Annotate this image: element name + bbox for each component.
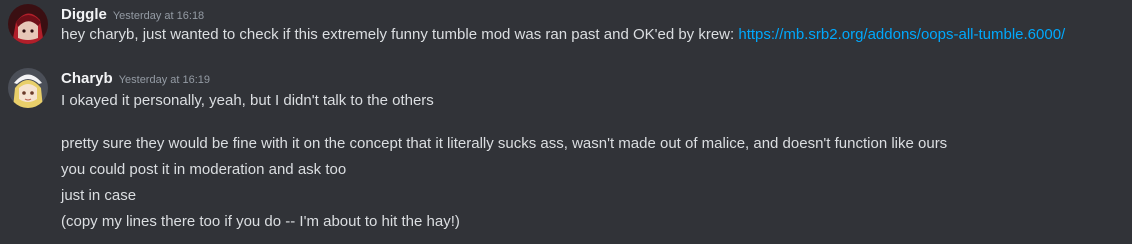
timestamp[interactable]: Yesterday at 16:18 bbox=[113, 10, 204, 22]
message-charyb: Charyb Yesterday at 16:19 I okayed it per… bbox=[0, 64, 1132, 244]
message-header: Diggle Yesterday at 16:18 bbox=[61, 6, 204, 24]
message-line: just in case bbox=[61, 187, 137, 204]
message-line: you could post it in moderation and ask … bbox=[61, 161, 347, 178]
message-line: hey charyb, just wanted to check if this… bbox=[61, 25, 1065, 45]
message-header: Charyb Yesterday at 16:19 bbox=[61, 70, 210, 88]
message-link[interactable]: https://mb.srb2.org/addons/oops-all-tumb… bbox=[738, 26, 1065, 43]
message-text: hey charyb, just wanted to check if this… bbox=[61, 26, 735, 43]
message-line: (copy my lines there too if you do -- I'… bbox=[61, 213, 460, 230]
message-line: I okayed it personally, yeah, but I didn… bbox=[61, 92, 434, 109]
message-line: pretty sure they would be fine with it o… bbox=[61, 135, 948, 152]
charyb-avatar[interactable] bbox=[8, 68, 48, 108]
timestamp[interactable]: Yesterday at 16:19 bbox=[119, 74, 210, 86]
username[interactable]: Diggle bbox=[61, 6, 107, 23]
chat-log: Diggle Yesterday at 16:18 hey charyb, jus… bbox=[0, 0, 1132, 244]
username[interactable]: Charyb bbox=[61, 70, 113, 87]
diggle-avatar[interactable] bbox=[8, 4, 48, 44]
message-diggle: Diggle Yesterday at 16:18 hey charyb, jus… bbox=[0, 0, 1132, 52]
